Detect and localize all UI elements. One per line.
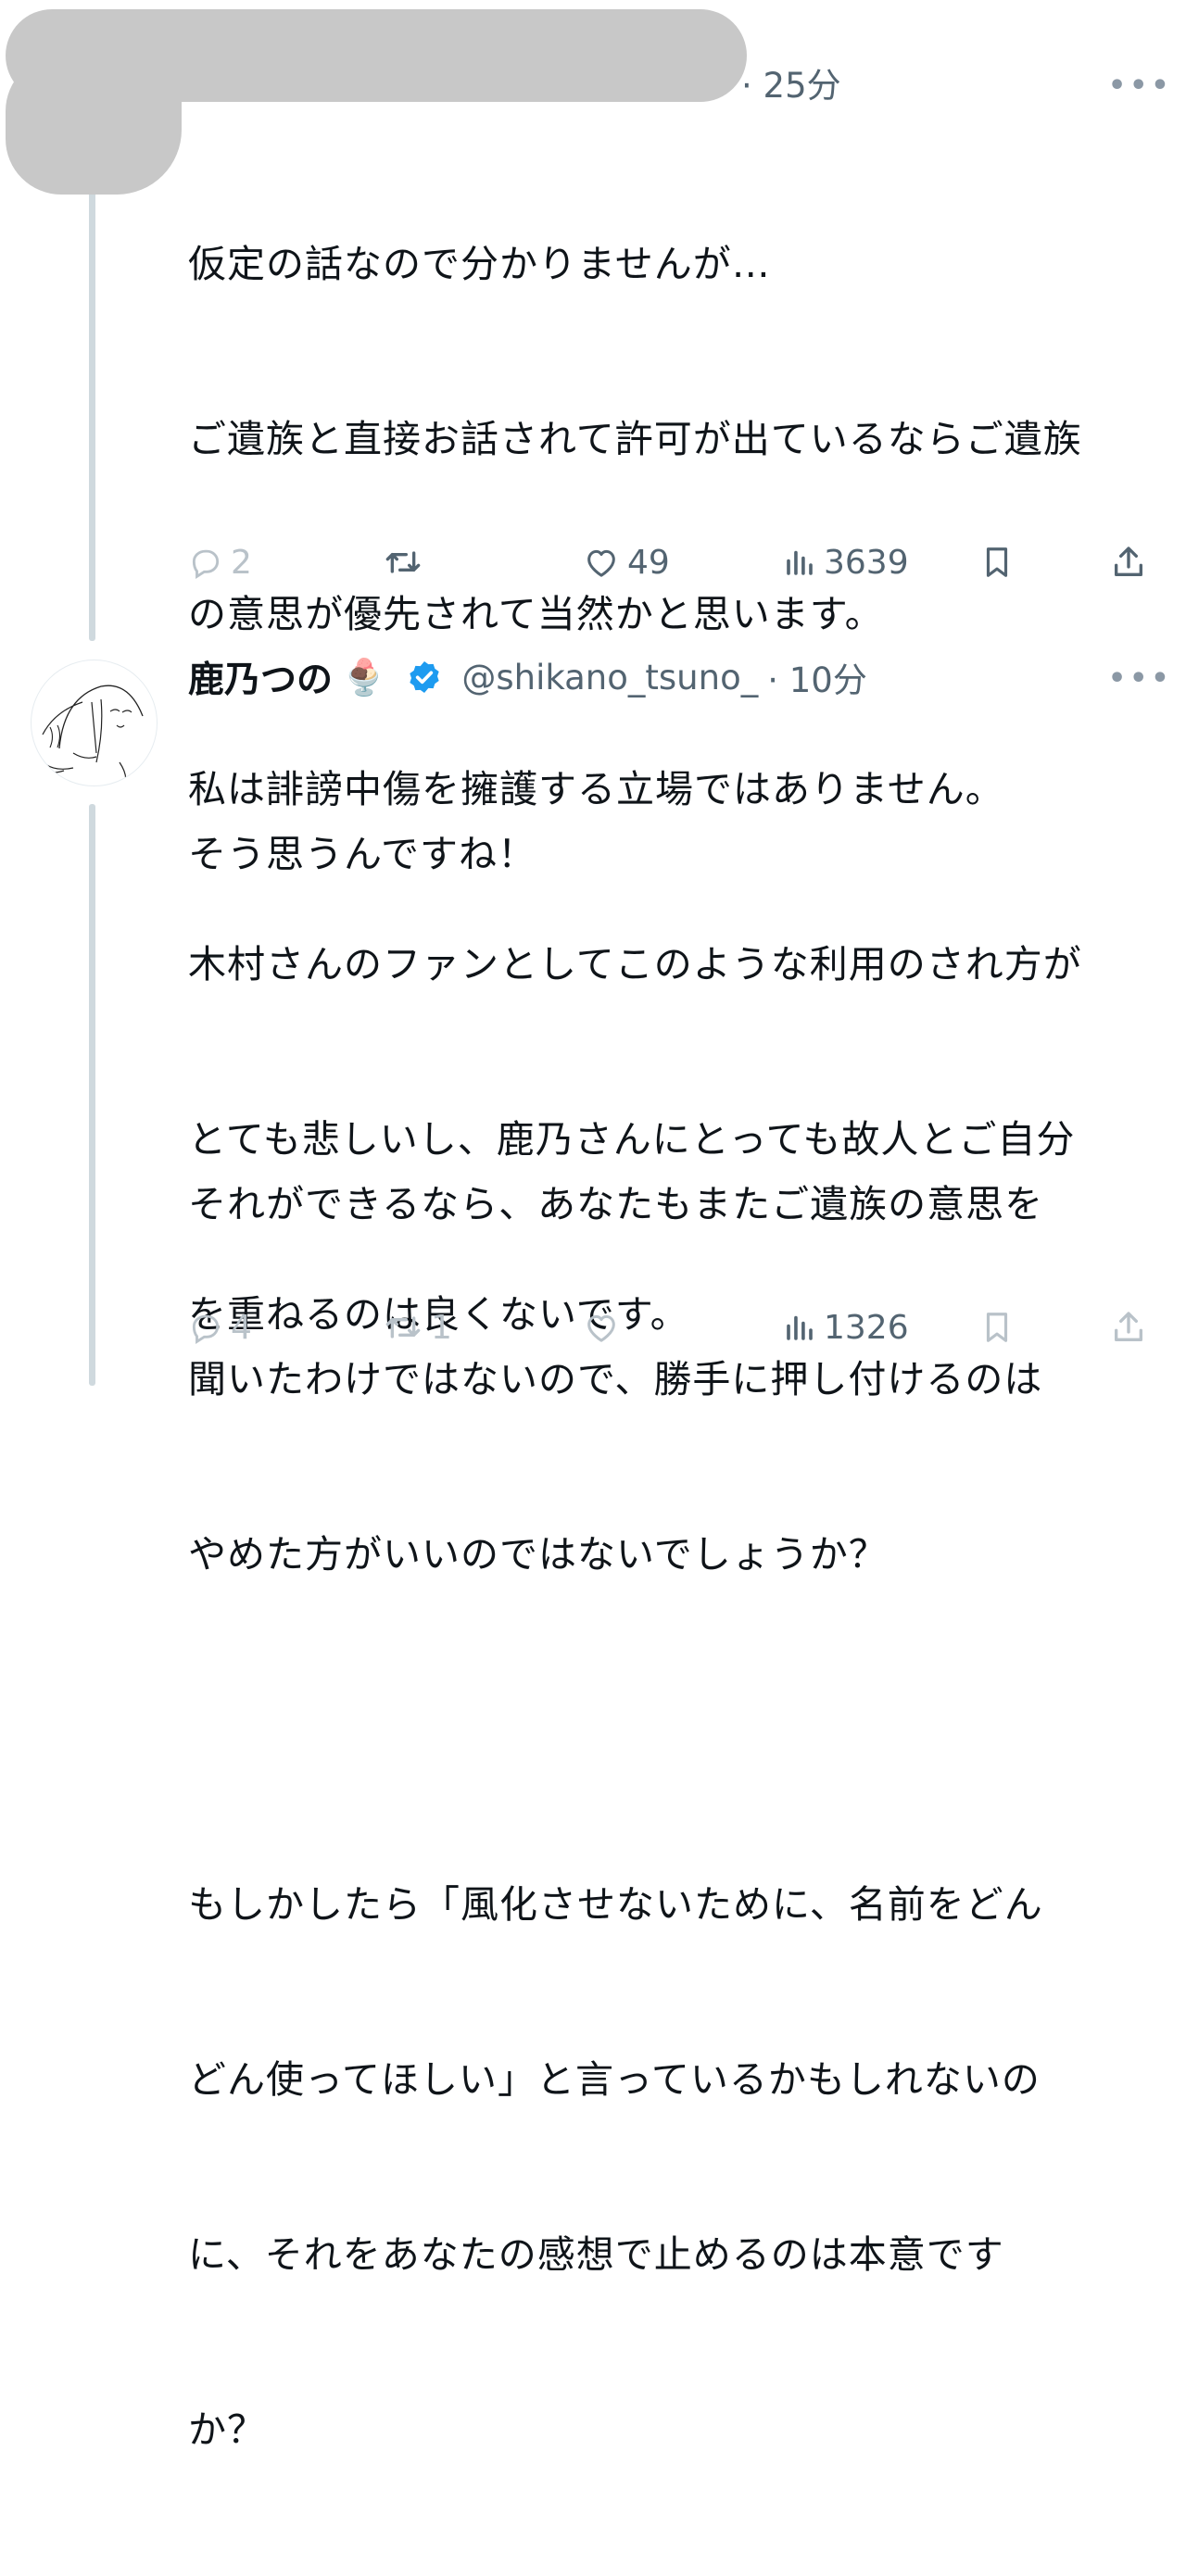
- tweet-1-views-button[interactable]: 3639: [783, 539, 909, 585]
- tweet-1-timestamp[interactable]: · 25分: [741, 69, 841, 103]
- bookmark-icon: [986, 1313, 1008, 1342]
- handle[interactable]: @shikano_tsuno_: [461, 658, 758, 697]
- text-line: どん使ってほしい」と言っているかもしれないの: [188, 2057, 1041, 2102]
- text-line: 聞いたわけではないので、勝手に押し付けるのは: [188, 1357, 1043, 1401]
- text-line: 仮定の話なので分かりませんが…: [188, 242, 771, 286]
- tweet-1-reply-button[interactable]: 2: [188, 539, 252, 585]
- retweet-icon: [385, 551, 421, 573]
- tweet-2-header: 鹿乃つの 🍨 @shikano_tsuno_ · 10分: [188, 651, 867, 703]
- tweet-2-timestamp[interactable]: · 10分: [767, 652, 867, 702]
- text-line: それができるなら、あなたもまたご遺族の意思を: [188, 1182, 1044, 1226]
- text-line: か？: [188, 2407, 266, 2452]
- text-line: に、それをあなたの感想で止めるのは本意です: [188, 2232, 1004, 2277]
- tweet-2-text: そう思うんですね！ それができるなら、あなたもまたご遺族の意思を 聞いたわけでは…: [188, 709, 1170, 2576]
- reply-count: 4: [231, 1308, 252, 1347]
- view-count: 3639: [824, 543, 909, 582]
- reply-count: 2: [231, 543, 252, 582]
- share-icon: [1115, 1312, 1142, 1341]
- views-icon: [787, 550, 813, 575]
- reply-icon: [192, 1314, 220, 1344]
- tweet-2-retweet-button[interactable]: 1: [383, 1304, 452, 1351]
- tweet-2-like-button[interactable]: [583, 1304, 627, 1351]
- text-line: の意思が優先されて当然かと思います。: [188, 592, 884, 636]
- avatar[interactable]: [31, 660, 158, 786]
- text-line: やめた方がいいのではないでしょうか？: [188, 1532, 888, 1577]
- share-icon: [1115, 547, 1142, 576]
- text-line: [188, 1701, 1170, 1759]
- text-line: そう思うんですね！: [188, 832, 536, 876]
- like-icon: [587, 549, 615, 577]
- tweet-1-retweet-button[interactable]: [383, 539, 431, 585]
- verified-badge-icon[interactable]: [406, 659, 443, 696]
- like-count: 49: [627, 543, 670, 582]
- display-name[interactable]: 鹿乃つの: [188, 651, 333, 703]
- text-line: [188, 1000, 1170, 1059]
- like-icon: [587, 1314, 615, 1342]
- tweet-2-bookmark-button[interactable]: [979, 1304, 1015, 1351]
- tweet-2-more-icon[interactable]: •••: [1108, 665, 1173, 693]
- bookmark-icon: [986, 547, 1008, 577]
- tweet-1-like-button[interactable]: 49: [583, 539, 670, 585]
- tweet-2-views-button[interactable]: 1326: [783, 1304, 909, 1351]
- view-count: 1326: [824, 1308, 909, 1347]
- avatar-sketch-image: [40, 685, 144, 785]
- tweet-1-more-icon[interactable]: •••: [1108, 72, 1173, 100]
- tweet-1-action-bar: 2 49 3639: [181, 539, 1158, 585]
- tweet-1-share-button[interactable]: [1110, 539, 1147, 585]
- tweet-1-bookmark-button[interactable]: [979, 539, 1015, 585]
- tweet-2-action-bar: 4 1 1326: [181, 1304, 1158, 1351]
- tweet-2-share-button[interactable]: [1110, 1304, 1147, 1351]
- text-line: もしかしたら「風化させないために、名前をどん: [188, 1882, 1043, 1927]
- reply-icon: [192, 549, 220, 579]
- tweet-2-reply-button[interactable]: 4: [188, 1304, 252, 1351]
- thread-line-bottom: [89, 804, 95, 1386]
- views-icon: [787, 1315, 813, 1340]
- retweet-count: 1: [431, 1308, 452, 1347]
- emoji-icon: 🍨: [342, 656, 386, 697]
- retweet-icon: [385, 1316, 421, 1338]
- text-line: ご遺族と直接お話されて許可が出ているならご遺族: [188, 417, 1082, 461]
